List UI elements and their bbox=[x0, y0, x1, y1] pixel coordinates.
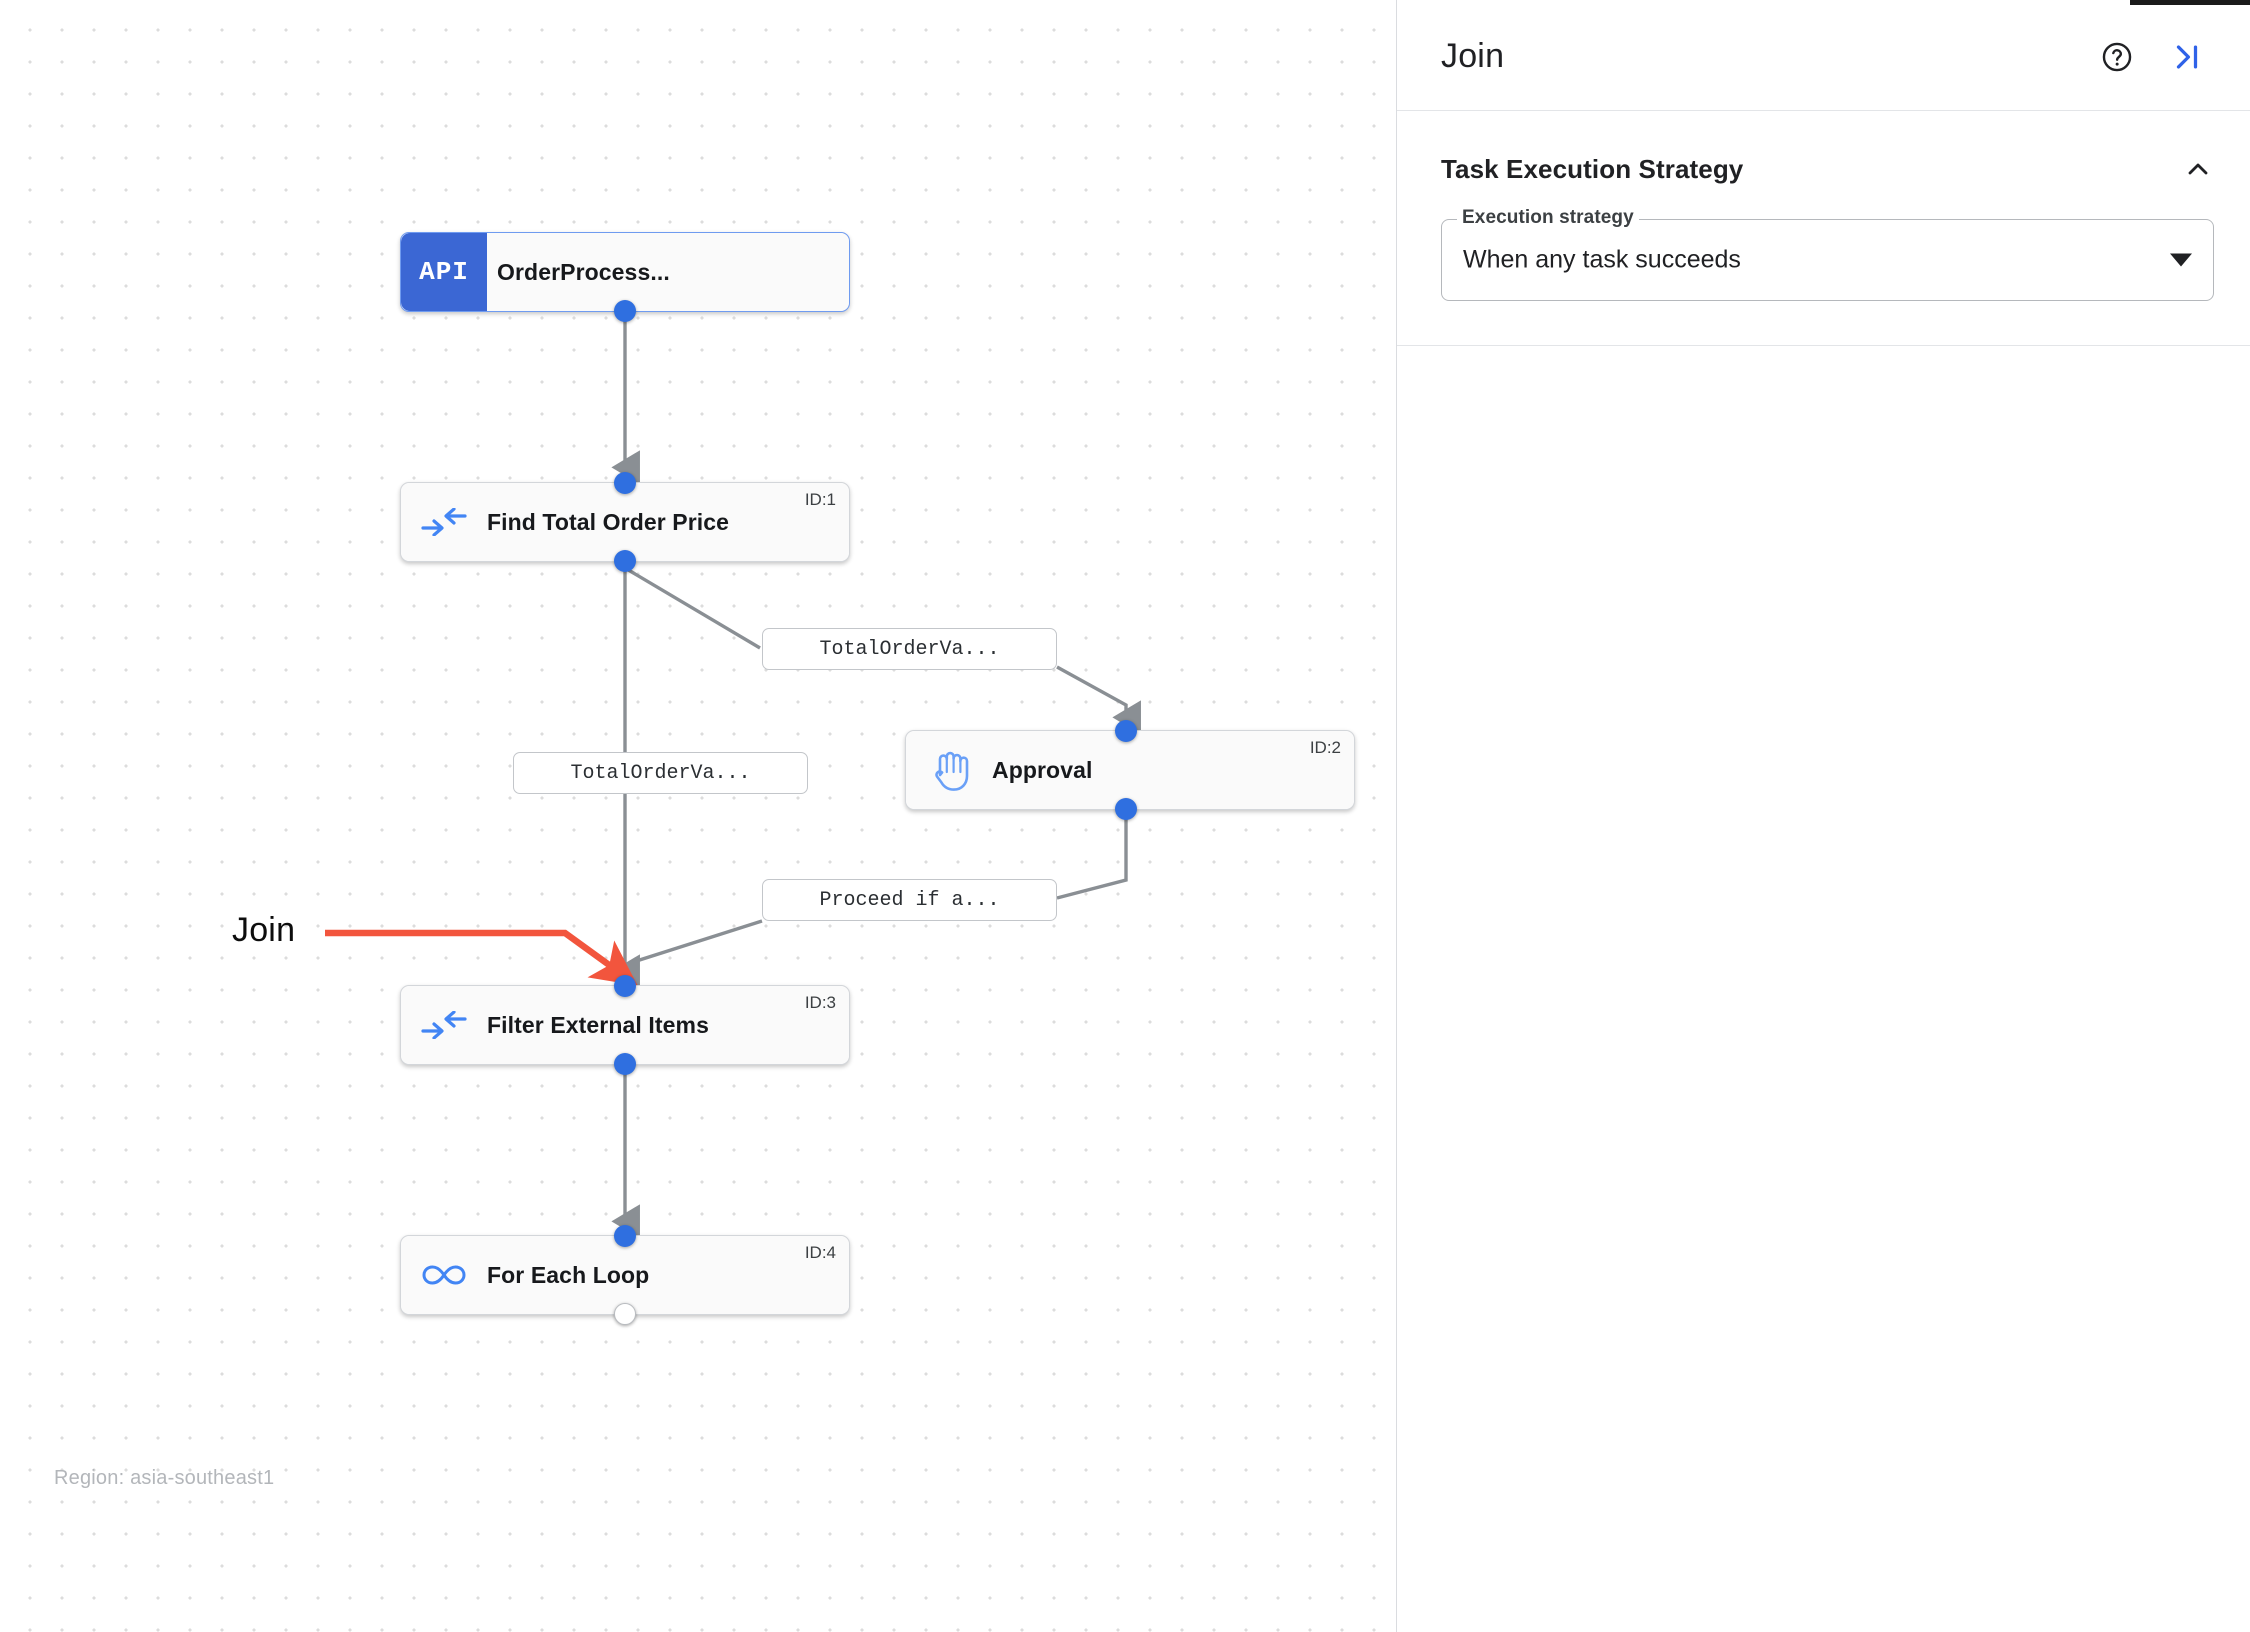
edge-label[interactable]: Proceed if a... bbox=[762, 879, 1057, 921]
execution-strategy-select[interactable]: Execution strategy When any task succeed… bbox=[1441, 208, 2214, 301]
node-for-each-loop[interactable]: For Each Loop ID:4 bbox=[400, 1225, 850, 1325]
node-approval[interactable]: Approval ID:2 bbox=[905, 720, 1355, 820]
annotation-label-join: Join bbox=[232, 911, 296, 949]
section-task-execution-strategy: Task Execution Strategy Execution strate… bbox=[1397, 111, 2250, 346]
section-title: Task Execution Strategy bbox=[1441, 153, 1744, 184]
edge-approval-to-filter-seg1 bbox=[1056, 812, 1128, 900]
edge-label[interactable]: TotalOrderVa... bbox=[762, 628, 1057, 670]
port-output[interactable] bbox=[1114, 798, 1137, 820]
edge-find-to-approval-seg2 bbox=[1056, 665, 1141, 735]
section-header-toggle[interactable]: Task Execution Strategy bbox=[1441, 153, 2214, 185]
help-circle-icon[interactable] bbox=[2090, 30, 2144, 84]
workflow-canvas[interactable]: Join API OrderProcess... Find Total Orde… bbox=[0, 0, 1396, 1632]
node-title: Filter External Items bbox=[487, 1011, 709, 1038]
node-title: Find Total Order Price bbox=[487, 508, 730, 535]
port-input[interactable] bbox=[614, 472, 636, 494]
api-badge-icon: API bbox=[401, 233, 487, 311]
node-id-label: ID:4 bbox=[804, 1243, 836, 1262]
node-order-process-trigger[interactable]: API OrderProcess... bbox=[400, 232, 850, 322]
panel-header: Join bbox=[1397, 3, 2250, 111]
edge-approval-to-filter-seg2 bbox=[629, 919, 763, 965]
collapse-right-icon[interactable] bbox=[2160, 30, 2214, 84]
node-title: Approval bbox=[992, 756, 1093, 783]
edge-label[interactable]: TotalOrderVa... bbox=[513, 752, 808, 794]
node-filter-external-items[interactable]: Filter External Items ID:3 bbox=[400, 975, 850, 1075]
merge-arrows-icon bbox=[401, 1011, 487, 1039]
execution-strategy-click-target[interactable] bbox=[1441, 219, 2214, 301]
node-id-label: ID:1 bbox=[804, 490, 836, 509]
port-output[interactable] bbox=[614, 1053, 636, 1075]
annotation-arrow bbox=[325, 929, 638, 986]
workflow-editor: Join API OrderProcess... Find Total Orde… bbox=[0, 0, 2250, 1632]
merge-arrows-icon bbox=[401, 508, 487, 536]
node-title: OrderProcess... bbox=[497, 258, 670, 285]
node-id-label: ID:2 bbox=[1309, 738, 1341, 757]
port-input[interactable] bbox=[614, 1225, 636, 1247]
node-find-total-order-price[interactable]: Find Total Order Price ID:1 bbox=[400, 472, 850, 572]
edge-find-to-approval-seg1 bbox=[624, 566, 761, 650]
node-id-label: ID:3 bbox=[804, 993, 836, 1012]
port-input[interactable] bbox=[1114, 720, 1137, 742]
hand-icon bbox=[906, 748, 992, 792]
region-caption: Region: asia-southeast1 bbox=[54, 1467, 275, 1489]
panel-title: Join bbox=[1441, 37, 1505, 75]
port-output[interactable] bbox=[614, 1303, 636, 1325]
port-input-join[interactable] bbox=[614, 975, 636, 997]
port-output[interactable] bbox=[614, 300, 636, 322]
port-output[interactable] bbox=[614, 550, 636, 572]
properties-panel: Join Task Execution Strategy Execution s… bbox=[1396, 0, 2250, 1632]
chevron-up-icon[interactable] bbox=[2182, 153, 2214, 185]
infinity-icon bbox=[401, 1262, 487, 1288]
node-title: For Each Loop bbox=[487, 1261, 650, 1288]
top-edge-bar bbox=[2130, 0, 2250, 5]
